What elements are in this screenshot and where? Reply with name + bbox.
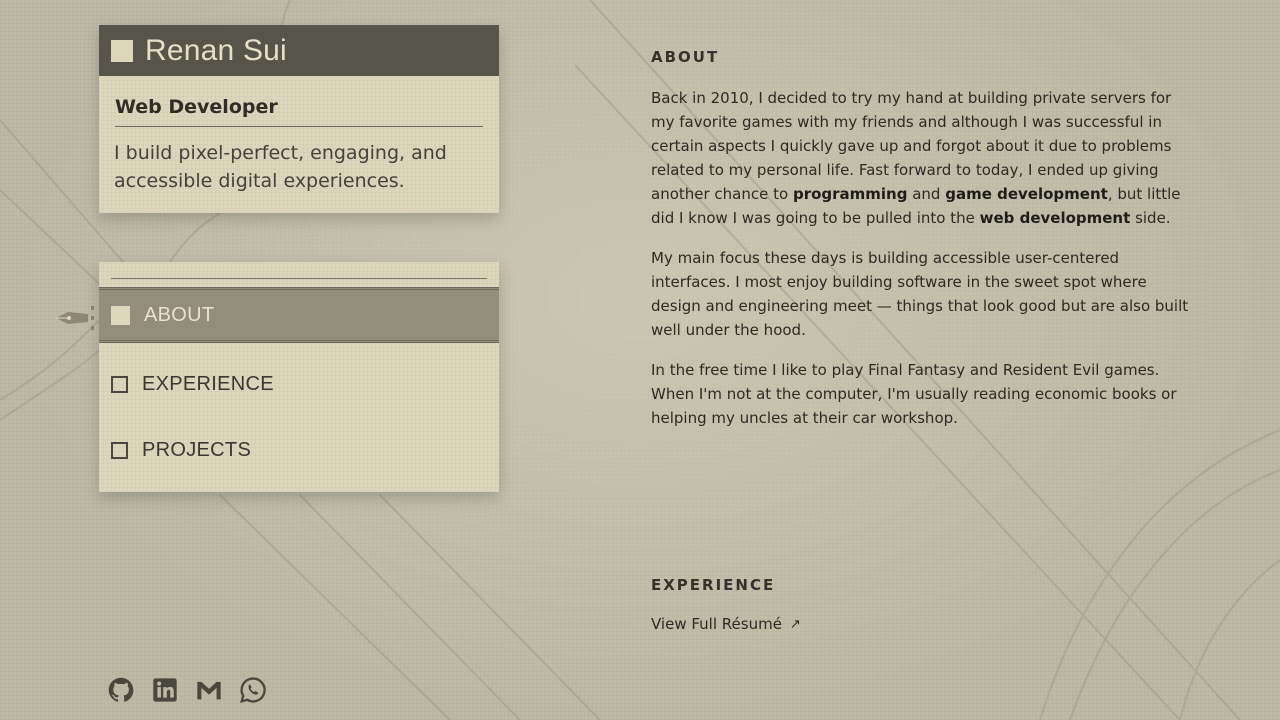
resume-link-label: View Full Résumé — [651, 615, 782, 633]
about-paragraph-1: Back in 2010, I decided to try my hand a… — [651, 86, 1191, 230]
gmail-icon[interactable] — [195, 676, 223, 704]
experience-heading: EXPERIENCE — [651, 576, 776, 594]
text: and — [907, 185, 946, 203]
highlight-programming: programming — [792, 185, 908, 203]
profile-role: Web Developer — [115, 96, 483, 127]
view-resume-link[interactable]: View Full Résumé ↗ — [651, 615, 801, 633]
highlight-web-development: web development — [979, 209, 1131, 227]
highlight-game-development: game development — [945, 185, 1108, 203]
square-icon — [111, 39, 133, 62]
nav-item-projects[interactable]: PROJECTS — [99, 426, 499, 474]
checkbox-icon — [111, 375, 128, 393]
nav-panel: ABOUT EXPERIENCE PROJECTS — [99, 262, 499, 492]
whatsapp-icon[interactable] — [239, 676, 267, 704]
text: side. — [1130, 209, 1171, 227]
nav-label-projects: PROJECTS — [142, 438, 252, 461]
about-paragraph-3: In the free time I like to play Final Fa… — [651, 361, 1177, 427]
nav-item-about[interactable]: ABOUT — [99, 287, 499, 343]
pen-nib-icon — [56, 306, 94, 330]
social-links — [107, 676, 267, 704]
nav-divider — [111, 278, 487, 279]
linkedin-icon[interactable] — [151, 676, 179, 704]
profile-header: Renan Sui — [99, 25, 499, 76]
checkbox-icon — [111, 441, 128, 459]
nav-label-about: ABOUT — [144, 303, 215, 326]
about-heading: ABOUT — [651, 48, 720, 66]
profile-tagline: I build pixel-perfect, engaging, and acc… — [114, 142, 447, 192]
profile-name: Renan Sui — [145, 33, 287, 67]
about-paragraph-2: My main focus these days is building acc… — [651, 249, 1189, 339]
profile-card: Renan Sui Web Developer I build pixel-pe… — [99, 25, 499, 213]
arrow-up-right-icon: ↗ — [789, 616, 801, 632]
github-icon[interactable] — [107, 676, 135, 704]
nav-item-experience[interactable]: EXPERIENCE — [99, 360, 499, 408]
about-content: Back in 2010, I decided to try my hand a… — [651, 86, 1191, 446]
nav-label-experience: EXPERIENCE — [142, 372, 274, 395]
checkbox-checked-icon — [111, 305, 130, 325]
